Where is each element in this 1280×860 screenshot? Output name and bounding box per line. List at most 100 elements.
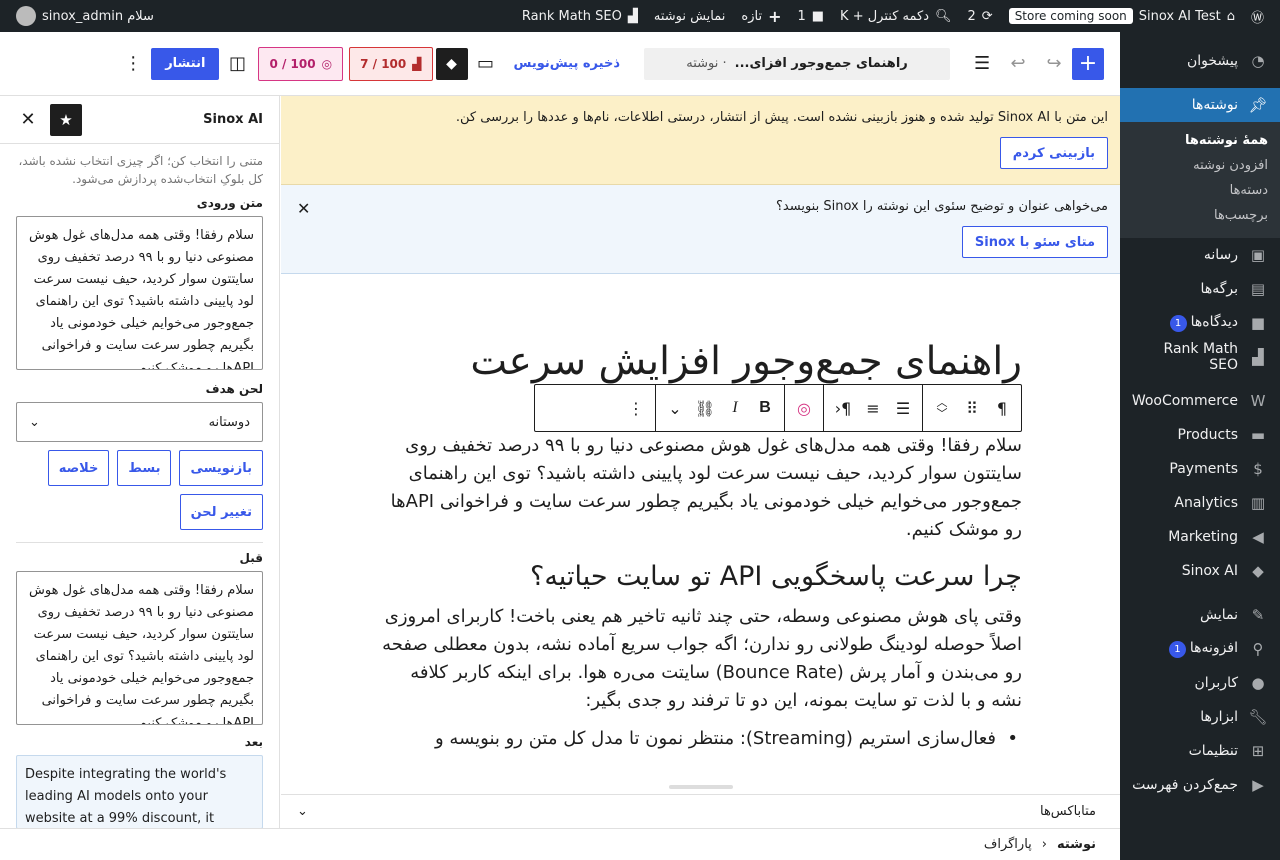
tone-select[interactable]: دوستانه ⌄ — [16, 402, 263, 442]
command-palette-menu[interactable]: 🔍︎ دکمه کنترل + K — [832, 0, 959, 32]
after-label: بعد — [244, 735, 263, 749]
chevron-down-icon: ⌄ — [29, 414, 40, 430]
preview-button[interactable]: ▭ — [468, 46, 504, 82]
submenu-tags[interactable]: برچسب‌ها — [1120, 203, 1280, 228]
menu-media[interactable]: ▣ رسانه — [1120, 238, 1280, 272]
editor-body: راهنمای جمع‌وجور افزایش سرعت ¶ ⠿ ︿ ﹀ ☰ ≡ … — [281, 274, 1120, 753]
menu-woocommerce[interactable]: W WooCommerce — [1120, 384, 1280, 418]
metaboxes-bar[interactable]: متاباکس‌ها ⌄ — [281, 785, 1120, 828]
rtl-button[interactable]: ¶‹ — [828, 390, 858, 426]
ai-score-button[interactable]: ◎ 100 / 0 — [258, 46, 344, 81]
menu-plugins[interactable]: ⚲ افزونه‌ها1 — [1120, 632, 1280, 666]
summary-button[interactable]: خلاصه — [47, 450, 110, 486]
rankmath-score-button[interactable]: ▟ 100 / 7 — [349, 46, 433, 81]
post-title[interactable]: راهنمای جمع‌وجور افزایش سرعت — [381, 338, 1022, 388]
block-options-button[interactable]: ⋮ — [621, 390, 651, 426]
after-text: Despite integrating the world's leading … — [16, 755, 263, 828]
seo-meta-button[interactable]: متای سئو با Sinox — [961, 226, 1108, 258]
menu-marketing[interactable]: ◀ Marketing — [1120, 520, 1280, 554]
menu-posts[interactable]: 📌︎ نوشته‌ها — [1120, 88, 1280, 122]
menu-appearance[interactable]: ✎ نمایش — [1120, 598, 1280, 632]
ai-score: 100 / 0 — [269, 56, 316, 71]
menu-label: Marketing — [1168, 529, 1238, 545]
menu-payments[interactable]: $ Payments — [1120, 452, 1280, 486]
publish-button[interactable]: انتشار — [151, 47, 220, 80]
submenu-add-post[interactable]: افزودن نوشته — [1120, 153, 1280, 178]
menu-collapse[interactable]: ▶ جمع‌کردن فهرست — [1120, 768, 1280, 802]
options-button[interactable]: ⋮ — [115, 46, 151, 82]
updates-menu[interactable]: ⟳ 2 — [960, 0, 1001, 32]
sinox-ai-button[interactable]: ◆ — [435, 47, 468, 80]
drag-handle[interactable]: ⠿ — [957, 390, 987, 426]
my-account-menu[interactable]: سلام sinox_admin — [8, 0, 162, 32]
menu-sinox[interactable]: ◆ Sinox AI — [1120, 554, 1280, 588]
rankmath-menu[interactable]: ▟ Rank Math SEO — [514, 0, 646, 32]
menu-label: Rank Math SEO — [1163, 341, 1238, 373]
resize-handle[interactable] — [669, 785, 733, 789]
wordpress-icon: Ⓦ — [1250, 10, 1264, 26]
menu-settings[interactable]: ⊞ تنظیمات — [1120, 734, 1280, 768]
new-content-menu[interactable]: + تازه — [733, 0, 789, 32]
site-name-menu[interactable]: ⌂ Sinox AI Test Store coming soon — [1001, 0, 1243, 32]
breadcrumb-paragraph[interactable]: پاراگراف — [984, 837, 1032, 852]
save-draft-button[interactable]: ذخیره پیش‌نویس — [504, 56, 631, 71]
media-icon: ▣ — [1250, 246, 1266, 264]
pin-sidebar-button[interactable]: ★ — [50, 103, 82, 136]
metaboxes-label: متاباکس‌ها — [1039, 804, 1096, 819]
close-icon[interactable]: ✕ — [297, 199, 310, 218]
menu-users[interactable]: ● کاربران — [1120, 666, 1280, 700]
move-block-button[interactable]: ︿ ﹀ — [927, 390, 957, 426]
expand-button[interactable]: بسط — [117, 450, 172, 486]
align-justify-button[interactable]: ≡ — [858, 390, 888, 426]
submenu-all-posts[interactable]: همهٔ نوشته‌ها — [1120, 128, 1280, 153]
document-bar[interactable]: راهنمای جمع‌وجور افزای... · نوشته — [644, 47, 950, 80]
link-icon: ⛓ — [694, 398, 716, 418]
menu-pages[interactable]: ▤ برگه‌ها — [1120, 272, 1280, 306]
menu-tools[interactable]: 🔧︎ ابزارها — [1120, 700, 1280, 734]
before-text: سلام رفقا! وقتی همه مدل‌های غول هوش مصنو… — [16, 571, 263, 725]
italic-button[interactable]: I — [720, 390, 750, 426]
menu-products[interactable]: ▬ Products — [1120, 418, 1280, 452]
more-formats-button[interactable]: ⌄ — [660, 390, 690, 426]
sidebar-icon: ◫ — [228, 53, 246, 74]
settings-sidebar-toggle[interactable]: ◫ — [219, 46, 255, 82]
user-icon: ● — [1251, 674, 1265, 692]
store-status-badge[interactable]: Store coming soon — [1008, 8, 1133, 24]
block-inserter-button[interactable]: + — [1072, 47, 1104, 80]
paragraph-block[interactable]: سلام رفقا! وقتی همه مدل‌های غول هوش مصنو… — [381, 432, 1022, 544]
text-align-button[interactable]: ☰ — [888, 390, 918, 426]
close-sidebar-button[interactable]: ✕ — [16, 109, 40, 130]
document-overview-button[interactable]: ☰ — [964, 46, 1000, 82]
ai-logo-icon: ◎ — [797, 398, 811, 418]
bold-button[interactable]: B — [750, 390, 780, 426]
rewrite-button[interactable]: بازنویسی — [179, 450, 263, 486]
breadcrumb-post[interactable]: نوشته — [1057, 837, 1096, 852]
menu-analytics[interactable]: ▥ Analytics — [1120, 486, 1280, 520]
ai-assist-button[interactable]: ◎ — [789, 390, 819, 426]
updates-count: 2 — [967, 8, 976, 24]
admin-menu: ◔ پیشخوان 📌︎ نوشته‌ها همهٔ نوشته‌ها افزودن… — [1120, 32, 1280, 860]
block-type-button[interactable]: ¶ — [987, 390, 1017, 426]
paragraph-block[interactable]: وقتی پای هوش مصنوعی وسطه، حتی چند ثانیه … — [381, 603, 1022, 715]
redo-button[interactable]: ↪ — [1036, 46, 1072, 82]
rankmath-icon: ▟ — [412, 56, 422, 71]
list-item[interactable]: فعال‌سازی استریم (Streaming): منتظر نمون… — [381, 725, 1022, 753]
undo-button[interactable]: ↩ — [1000, 46, 1036, 82]
link-button[interactable]: ⛓ — [690, 390, 720, 426]
seo-notice: ✕ می‌خواهی عنوان و توضیح سئوی این نوشته … — [281, 185, 1120, 274]
view-post-link[interactable]: نمایش نوشته — [646, 0, 734, 32]
more-vertical-icon: ⋮ — [124, 53, 143, 74]
wp-logo-menu[interactable]: Ⓦ — [1243, 0, 1272, 32]
menu-comments[interactable]: ■ دیدگاه‌ها1 — [1120, 306, 1280, 340]
wrench-icon: 🔧︎ — [1248, 708, 1268, 726]
comments-menu[interactable]: ■ 1 — [789, 0, 832, 32]
rtl-icon: ¶‹ — [834, 398, 852, 418]
input-textarea[interactable]: سلام رفقا! وقتی همه مدل‌های غول هوش مصنو… — [16, 216, 263, 370]
plugin-icon: ⚲ — [1252, 640, 1264, 658]
change-tone-button[interactable]: تغییر لحن — [179, 494, 263, 530]
heading-block[interactable]: چرا سرعت پاسخگویی API تو سایت حیاتیه؟ — [381, 558, 1022, 596]
menu-dashboard[interactable]: ◔ پیشخوان — [1120, 44, 1280, 78]
menu-rankmath[interactable]: ▟ Rank Math SEO — [1120, 340, 1280, 374]
review-confirm-button[interactable]: بازبینی کردم — [999, 137, 1108, 169]
submenu-categories[interactable]: دسته‌ها — [1120, 178, 1280, 203]
